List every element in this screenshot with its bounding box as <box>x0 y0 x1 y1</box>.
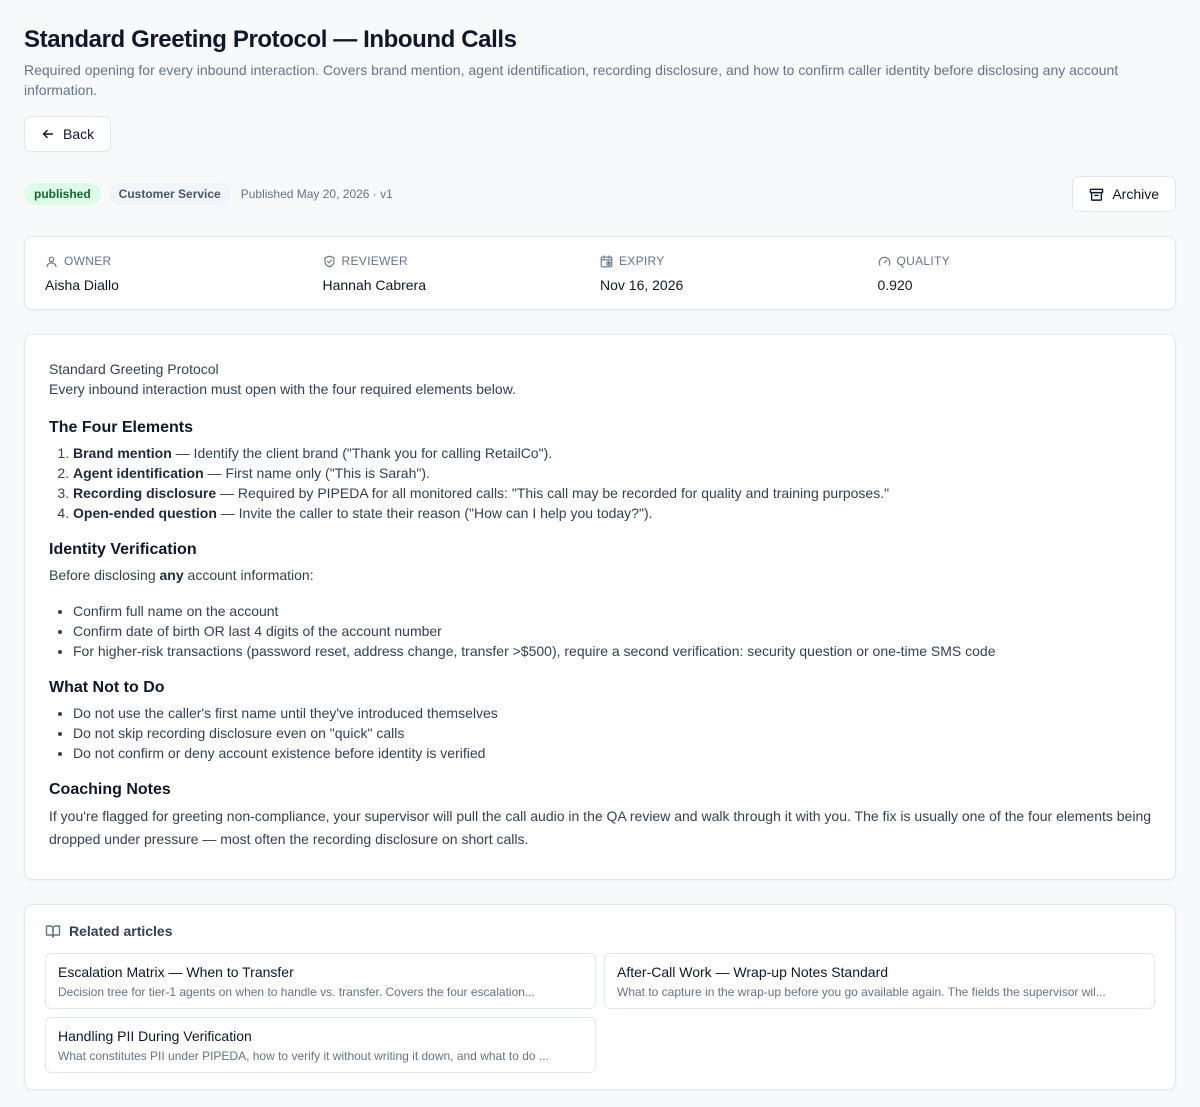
archive-icon <box>1089 187 1104 202</box>
list-item-text: — Required by PIPEDA for all monitored c… <box>216 485 890 501</box>
list-item-bold: Recording disclosure <box>73 485 217 501</box>
not-to-do-heading: What Not to Do <box>49 679 165 696</box>
status-badge: published <box>24 183 101 205</box>
quality-info: QUALITY 0.920 <box>878 253 1156 295</box>
reviewer-info: REVIEWER Hannah Cabrera <box>323 253 601 295</box>
identity-lead-bold: any <box>159 567 184 583</box>
related-article-title: Escalation Matrix — When to Transfer <box>58 964 294 980</box>
related-heading: Related articles <box>69 923 173 939</box>
list-item: Recording disclosure — Required by PIPED… <box>73 483 1151 503</box>
identity-lead-before: Before disclosing <box>49 567 160 583</box>
coaching-heading: Coaching Notes <box>49 781 171 798</box>
expiry-label: EXPIRY <box>619 254 665 268</box>
article-body: Standard Greeting Protocol Every inbound… <box>24 334 1176 880</box>
owner-label: OWNER <box>64 254 112 268</box>
arrow-left-icon <box>41 127 55 141</box>
list-item: Brand mention — Identify the client bran… <box>73 443 1151 463</box>
list-item: Confirm date of birth OR last 4 digits o… <box>73 621 1151 641</box>
archive-button[interactable]: Archive <box>1072 176 1176 212</box>
quality-label: QUALITY <box>896 254 950 268</box>
coaching-text: If you're flagged for greeting non-compl… <box>49 808 1152 847</box>
identity-lead: Before disclosing any account informatio… <box>49 565 1151 585</box>
related-article-link[interactable]: After-Call Work — Wrap-up Notes Standard… <box>604 953 1155 1009</box>
info-card: OWNER Aisha Diallo REVIEWER Hannah Cabre… <box>24 236 1176 310</box>
list-item: Do not confirm or deny account existence… <box>73 743 1151 763</box>
user-icon <box>45 255 58 268</box>
meta-row: published Customer Service Published May… <box>24 176 1176 212</box>
related-article-desc: What to capture in the wrap-up before yo… <box>617 985 1106 999</box>
category-badge: Customer Service <box>108 183 231 205</box>
owner-info: OWNER Aisha Diallo <box>45 253 323 295</box>
related-article-link[interactable]: Escalation Matrix — When to Transfer Dec… <box>45 953 596 1009</box>
archive-button-label: Archive <box>1112 186 1159 202</box>
four-elements-list: Brand mention — Identify the client bran… <box>49 443 1151 523</box>
back-button[interactable]: Back <box>24 116 112 152</box>
intro-text: Every inbound interaction must open with… <box>49 381 516 397</box>
back-button-label: Back <box>63 126 95 142</box>
list-item-text: — Identify the client brand ("Thank you … <box>171 445 553 461</box>
related-article-desc: Decision tree for tier-1 agents on when … <box>58 985 535 999</box>
list-item-bold: Open-ended question <box>73 505 217 521</box>
related-articles: Related articles Escalation Matrix — Whe… <box>24 904 1176 1090</box>
shield-check-icon <box>323 255 336 268</box>
expiry-info: EXPIRY Nov 16, 2026 <box>600 253 878 295</box>
related-article-title: Handling PII During Verification <box>58 1028 252 1044</box>
book-open-icon <box>45 923 61 939</box>
related-article-desc: What constitutes PII under PIPEDA, how t… <box>58 1049 549 1063</box>
identity-lead-after: account information: <box>183 567 314 583</box>
not-to-do-list: Do not use the caller's first name until… <box>49 703 1151 763</box>
page-description: Required opening for every inbound inter… <box>24 62 1119 98</box>
list-item-text: — Invite the caller to state their reaso… <box>216 505 653 521</box>
reviewer-value: Hannah Cabrera <box>322 277 427 293</box>
list-item: Confirm full name on the account <box>73 601 1151 621</box>
list-item: Open-ended question — Invite the caller … <box>73 503 1151 523</box>
identity-heading: Identity Verification <box>49 541 197 558</box>
reviewer-label: REVIEWER <box>341 254 408 268</box>
owner-value: Aisha Diallo <box>45 277 119 293</box>
list-item: Do not skip recording disclosure even on… <box>73 723 1151 743</box>
list-item: For higher-risk transactions (password r… <box>73 641 1151 661</box>
list-item: Do not use the caller's first name until… <box>73 703 1151 723</box>
quality-value: 0.920 <box>877 277 913 293</box>
intro-title: Standard Greeting Protocol <box>49 361 219 377</box>
list-item-bold: Brand mention <box>73 445 172 461</box>
gauge-icon <box>878 255 891 268</box>
four-elements-heading: The Four Elements <box>49 419 194 436</box>
page-title: Standard Greeting Protocol — Inbound Cal… <box>24 26 517 53</box>
expiry-value: Nov 16, 2026 <box>600 277 684 293</box>
related-article-link[interactable]: Handling PII During Verification What co… <box>45 1017 596 1073</box>
published-info: Published May 20, 2026 · v1 <box>240 187 393 201</box>
related-article-title: After-Call Work — Wrap-up Notes Standard <box>617 964 889 980</box>
calendar-clock-icon <box>600 254 613 268</box>
list-item-text: — First name only ("This is Sarah"). <box>203 465 430 481</box>
identity-list: Confirm full name on the account Confirm… <box>49 601 1151 661</box>
list-item-bold: Agent identification <box>73 465 204 481</box>
list-item: Agent identification — First name only (… <box>73 463 1151 483</box>
